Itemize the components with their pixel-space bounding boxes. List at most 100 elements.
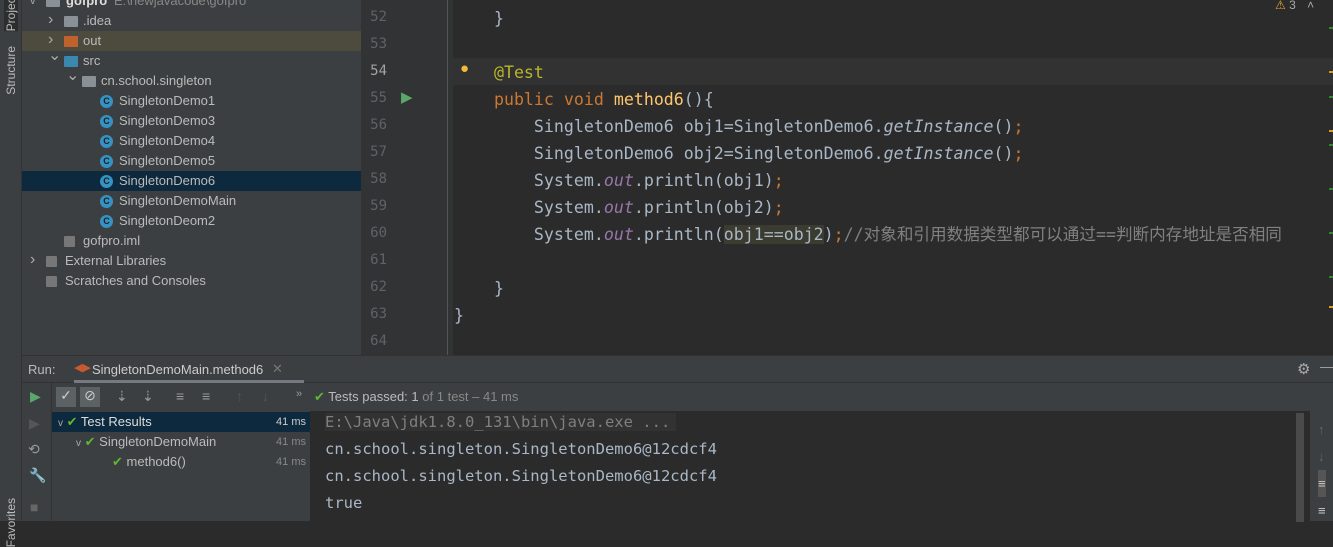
chevron-right-icon[interactable]: ›	[30, 250, 35, 270]
test-label: Test Results	[80, 414, 152, 429]
code-editor[interactable]: 52 53 54 55 56 57 58 59 60 61 62 63 64 } @Test publi…	[361, 0, 1333, 355]
tree-item[interactable]: C SingletonDemo3	[22, 111, 361, 131]
class-icon: C	[100, 115, 113, 128]
rerun-icon[interactable]: ▶	[30, 388, 41, 405]
collapse-all-icon[interactable]: ≡	[202, 388, 210, 404]
rerun-failed-icon[interactable]: ▶	[29, 415, 40, 432]
console-scrollbar[interactable]	[1296, 413, 1304, 522]
tree-item[interactable]: C SingletonDemo4	[22, 131, 361, 151]
sort-alpha-icon[interactable]: ⇣	[116, 388, 128, 405]
folder-icon	[64, 16, 78, 27]
project-tool-tab[interactable]: Project	[4, 0, 18, 32]
more-icon[interactable]: »	[296, 388, 302, 400]
tree-item[interactable]: › External Libraries	[22, 251, 361, 271]
lightbulb-icon[interactable]: ●	[460, 60, 469, 77]
line-number: 59	[370, 198, 387, 214]
status-rest: of 1 test – 41 ms	[422, 389, 519, 404]
code-token: getInstance	[883, 144, 994, 163]
tree-item[interactable]: gofpro.iml	[22, 231, 361, 251]
gear-icon[interactable]: ⚙	[1297, 360, 1310, 378]
scroll-up-icon[interactable]: ↑	[1318, 416, 1326, 443]
close-tab-icon[interactable]: ✕	[272, 361, 283, 377]
prev-failed-icon[interactable]: ↑	[236, 388, 243, 404]
line-number: 55	[370, 90, 387, 106]
tree-item[interactable]: Scratches and Consoles	[22, 271, 361, 291]
run-panel: Run: ◀▶ SingletonDemoMain.method6 ✕ ⚙ — …	[22, 355, 1333, 524]
wrench-icon[interactable]: 🔧	[29, 467, 46, 484]
code-line[interactable]: System.out.println(obj2);	[454, 194, 784, 221]
inspection-widget[interactable]: ⚠ 3 ˄	[1275, 0, 1314, 12]
show-ignored-toggle[interactable]: ⊘	[80, 387, 100, 407]
soft-wrap-icon[interactable]: ≡	[1318, 470, 1326, 497]
tree-item[interactable]: › .idea	[22, 11, 361, 31]
console-line: E:\Java\jdk1.8.0_131\bin\java.exe ...	[325, 413, 677, 431]
line-number: 62	[370, 279, 387, 295]
class-icon: C	[100, 175, 113, 188]
test-row[interactable]: v ✔ Test Results 41 ms	[52, 412, 310, 432]
test-row[interactable]: ✔ method6() 41 ms	[52, 452, 310, 472]
code-token: System.	[454, 225, 604, 244]
tree-item-label: out	[83, 33, 102, 48]
code-token: (){	[683, 90, 714, 109]
sort-duration-icon[interactable]: ⇣	[142, 388, 154, 405]
code-line[interactable]: public void method6(){	[454, 86, 714, 113]
minimize-icon[interactable]: —	[1320, 359, 1333, 374]
code-token: System.	[454, 198, 604, 217]
tree-item[interactable]: C SingletonDemo6	[22, 171, 361, 191]
class-icon: C	[100, 135, 113, 148]
console-output[interactable]: E:\Java\jdk1.8.0_131\bin\java.exe ... cn…	[310, 411, 1310, 522]
code-token: System.	[454, 171, 604, 190]
fold-line	[447, 0, 448, 355]
show-passed-toggle[interactable]: ✓	[56, 387, 76, 407]
tree-item[interactable]: C SingletonDeom2	[22, 211, 361, 231]
tree-root[interactable]: v gofpro E:\newjavacode\gofpro	[22, 0, 361, 11]
tree-item[interactable]: › out	[22, 31, 361, 51]
folder-icon	[64, 36, 78, 47]
code-token: out	[603, 171, 634, 190]
code-line[interactable]: SingletonDemo6 obj1=SingletonDemo6.getIn…	[454, 113, 1024, 140]
code-token: ;	[773, 198, 784, 217]
code-token: )	[823, 225, 834, 244]
test-label: method6()	[126, 454, 186, 469]
tree-item[interactable]: C SingletonDemo1	[22, 91, 361, 111]
code-line[interactable]: }	[454, 302, 464, 329]
run-test-icon[interactable]: ▶	[401, 88, 413, 106]
code-line[interactable]: }	[454, 275, 504, 302]
code-token: public void	[454, 90, 614, 109]
tree-item[interactable]: C SingletonDemoMain	[22, 191, 361, 211]
status-prefix: Tests passed:	[328, 389, 408, 404]
test-run-icon: ◀▶	[74, 362, 91, 374]
prev-highlight-icon[interactable]: ˄	[1307, 0, 1314, 12]
code-line[interactable]: System.out.println(obj1==obj2);//对象和引用数据…	[454, 221, 1282, 248]
code-token: }	[454, 306, 464, 325]
code-token: method6	[613, 90, 684, 109]
toggle-auto-test-icon[interactable]: ⟲	[28, 441, 40, 458]
tree-item[interactable]: C SingletonDemo5	[22, 151, 361, 171]
stop-icon[interactable]: ■	[30, 499, 38, 515]
next-failed-icon[interactable]: ↓	[262, 388, 269, 404]
chevron-down-icon[interactable]: ⌄	[48, 46, 61, 66]
scroll-down-icon[interactable]: ↓	[1318, 443, 1326, 470]
expand-all-icon[interactable]: ≡	[176, 388, 184, 404]
test-row[interactable]: v ✔ SingletonDemoMain 41 ms	[52, 432, 310, 452]
run-tab[interactable]: ◀▶ SingletonDemoMain.method6 ✕	[74, 356, 304, 383]
test-time: 41 ms	[276, 416, 306, 428]
tree-item[interactable]: ⌄ cn.school.singleton	[22, 67, 361, 91]
class-icon: C	[100, 215, 113, 228]
code-line[interactable]: System.out.println(obj1);	[454, 167, 784, 194]
tree-item-label: SingletonDemo4	[119, 133, 216, 148]
favorites-tool-tab[interactable]: Favorites	[4, 498, 18, 547]
run-toolbar: ✓ ⊘ ⇣ ⇣ ≡ ≡ ↑ ↓ » ✔ Tests passed: 1 of 1…	[54, 383, 1333, 411]
chevron-down-icon[interactable]: ⌄	[66, 66, 79, 86]
editor-gutter: 52 53 54 55 56 57 58 59 60 61 62 63 64	[361, 0, 453, 355]
scroll-to-end-icon[interactable]: ≡	[1318, 497, 1326, 524]
chevron-down-icon[interactable]: v	[30, 0, 36, 11]
tree-item-label: cn.school.singleton	[101, 73, 212, 88]
test-label: SingletonDemoMain	[99, 434, 217, 449]
code-line[interactable]: SingletonDemo6 obj2=SingletonDemo6.getIn…	[454, 140, 1024, 167]
structure-tool-tab[interactable]: Structure	[4, 46, 18, 95]
code-line[interactable]: }	[454, 5, 504, 32]
tree-item-label: SingletonDemo3	[119, 113, 216, 128]
chevron-right-icon[interactable]: ›	[48, 10, 53, 30]
code-token: .println(obj1)	[633, 171, 774, 190]
